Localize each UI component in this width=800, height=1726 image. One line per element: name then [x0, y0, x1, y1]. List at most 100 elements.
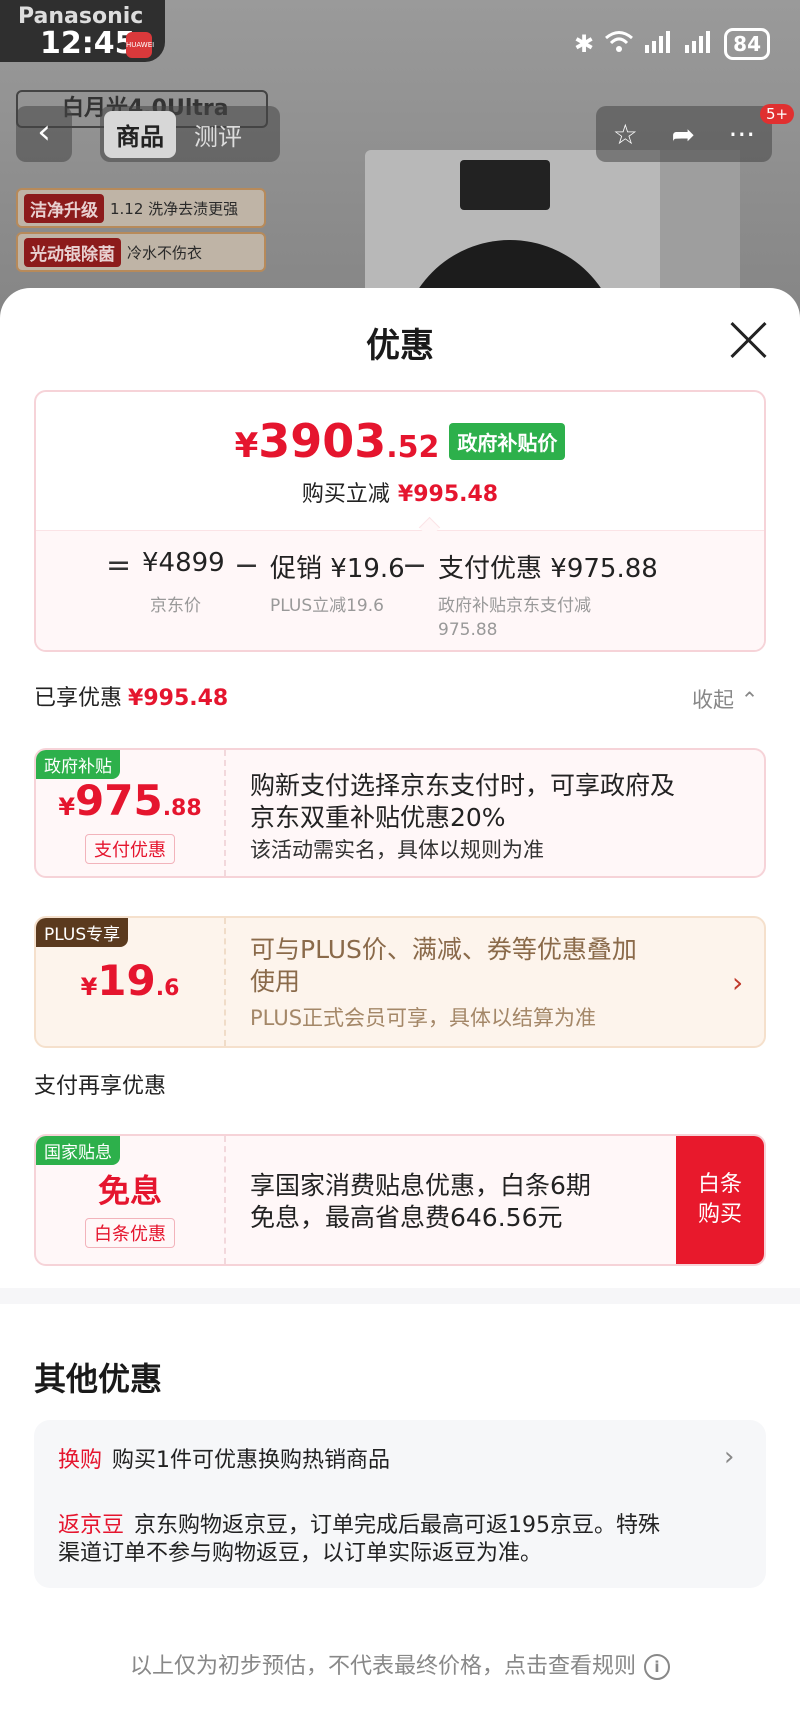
- chevron-right-icon: ›: [732, 966, 744, 999]
- collapse-toggle[interactable]: 收起 ⌃: [692, 684, 758, 714]
- button-line1: 白条: [697, 1172, 742, 1197]
- enjoyed-discount: 已享优惠 ¥995.48: [34, 680, 228, 712]
- status-time: 12:45: [40, 26, 136, 61]
- card-discount-amount: ¥975.88: [36, 776, 224, 825]
- interest-free-card: 国家贴息 免息 白条优惠 享国家消费贴息优惠，白条6期 免息，最高省息费646.5…: [34, 1134, 766, 1266]
- product-tabs: 商品 测评: [100, 106, 280, 162]
- chevron-right-icon[interactable]: ›: [724, 1442, 734, 1472]
- promo-label: 促销: [270, 554, 323, 584]
- amount-integer: 19: [97, 956, 156, 1005]
- signal-icon: [644, 29, 674, 59]
- discount-sheet: 优惠 ¥3903.52 政府补贴价 购买立减 ¥995.48 = ¥4899 京东…: [0, 288, 800, 1726]
- other-offers-title: 其他优惠: [34, 1360, 163, 1398]
- currency-symbol: ¥: [58, 793, 76, 821]
- card-description: 购新支付选择京东支付时，可享政府及 京东双重补贴优惠20%: [250, 770, 675, 834]
- collapse-label: 收起: [692, 688, 734, 712]
- more-icon[interactable]: ···: [728, 118, 755, 151]
- instant-save-row: 购买立减 ¥995.48: [36, 476, 764, 508]
- rules-note[interactable]: 以上仅为初步预估，不代表最终价格，点击查看规则 i: [0, 1648, 800, 1680]
- back-button[interactable]: ‹: [16, 106, 72, 162]
- pay-section-title: 支付再享优惠: [34, 1074, 167, 1099]
- promo-sub: PLUS立减19.6: [270, 596, 384, 616]
- payment-discount-badge: 支付优惠: [85, 834, 175, 864]
- card-tag: 国家贴息: [36, 1136, 120, 1165]
- notification-badge: 5+: [760, 104, 795, 124]
- card-tag: PLUS专享: [36, 918, 129, 947]
- price-integer: 3903: [258, 414, 387, 468]
- card-discount-amount: ¥19.6: [36, 956, 224, 1005]
- card-note: 该活动需实名，具体以规则为准: [250, 838, 544, 862]
- card-left-panel: PLUS专享 ¥19.6: [36, 918, 226, 1046]
- equals-sign: =: [106, 548, 132, 583]
- plus-exclusive-card[interactable]: PLUS专享 ¥19.6 可与PLUS价、满减、券等优惠叠加 使用 PLUS正式会…: [34, 916, 766, 1048]
- enjoyed-value: ¥995.48: [128, 686, 229, 711]
- jd-bean-offer: 返京豆 京东购物返京豆，订单完成后最高可返195京豆。特殊渠道订单不参与购物返豆，…: [58, 1512, 678, 1568]
- tab-review[interactable]: 测评: [182, 111, 254, 158]
- card-line1: 享国家消费贴息优惠，白条6期: [250, 1171, 591, 1200]
- instant-save-value: ¥995.48: [397, 482, 499, 507]
- favorite-icon[interactable]: ☆: [613, 118, 638, 151]
- baitiao-buy-button[interactable]: 白条 购买: [676, 1136, 764, 1264]
- jd-price: ¥4899: [142, 548, 225, 578]
- promo-value: ¥19.6: [330, 554, 405, 584]
- jd-price-label: 京东价: [150, 596, 201, 616]
- card-note: PLUS正式会员可享，具体以结算为准: [250, 1006, 597, 1030]
- enjoyed-label: 已享优惠: [34, 686, 123, 711]
- machine-panel: [460, 160, 550, 210]
- feature-tag: 光动银除菌 冷水不伤衣: [16, 232, 266, 272]
- card-line2: 京东双重补贴优惠20%: [250, 803, 506, 832]
- offer-text: 购买1件可优惠换购热销商品: [112, 1448, 391, 1473]
- payment-sub-line1: 政府补贴京东支付减: [438, 596, 591, 616]
- interest-free-title: 免息: [97, 1172, 162, 1210]
- other-offers-list: 换购 购买1件可优惠换购热销商品 › 返京豆 京东购物返京豆，订单完成后最高可返19…: [34, 1420, 766, 1588]
- amount-integer: 975: [75, 776, 163, 825]
- final-price: ¥3903.52: [235, 414, 440, 468]
- feature-tag-label: 光动银除菌: [24, 237, 121, 267]
- info-icon: i: [644, 1654, 670, 1680]
- top-actions: ☆ ➦ ···: [596, 106, 772, 162]
- baitiao-discount-badge: 白条优惠: [85, 1218, 175, 1248]
- card-description: 享国家消费贴息优惠，白条6期 免息，最高省息费646.56元: [250, 1170, 591, 1234]
- status-icons: ✱ 84: [574, 28, 770, 60]
- share-icon[interactable]: ➦: [671, 118, 694, 151]
- feature-tag: 洁净升级 1.12 洗净去渍更强: [16, 188, 266, 228]
- status-bar: 12:45 HUAWEI ✱ 84: [0, 26, 800, 66]
- minus-sign: −: [402, 548, 428, 583]
- card-left-panel: 政府补贴 ¥975.88 支付优惠: [36, 750, 226, 876]
- card-line1: 可与PLUS价、满减、券等优惠叠加: [250, 935, 637, 964]
- promo-deduction: 促销 ¥19.6: [270, 548, 405, 585]
- signal-icon-2: [684, 29, 714, 59]
- app-notification-icon: HUAWEI: [126, 32, 154, 58]
- bluetooth-icon: ✱: [574, 30, 595, 58]
- instant-save-label: 购买立减: [301, 482, 390, 507]
- button-line2: 购买: [697, 1202, 742, 1227]
- offer-label: 返京豆: [58, 1513, 125, 1538]
- currency-symbol: ¥: [80, 973, 98, 1001]
- final-price-row: ¥3903.52 政府补贴价: [36, 414, 764, 468]
- chevron-up-icon: ⌃: [740, 688, 759, 712]
- trade-in-offer[interactable]: 换购 购买1件可优惠换购热销商品: [58, 1442, 390, 1474]
- payment-value: ¥975.88: [550, 554, 658, 584]
- currency-symbol: ¥: [234, 426, 259, 466]
- section-divider: [0, 1288, 800, 1304]
- card-description: 可与PLUS价、满减、券等优惠叠加 使用: [250, 934, 637, 998]
- payment-label: 支付优惠: [438, 554, 543, 584]
- payment-deduction: 支付优惠 ¥975.88: [438, 548, 658, 585]
- battery-indicator: 84: [724, 28, 770, 60]
- close-icon[interactable]: [728, 320, 768, 360]
- wifi-icon: [604, 29, 634, 59]
- feature-tag-label: 洁净升级: [24, 193, 104, 223]
- amount-decimal: .6: [155, 976, 180, 1001]
- payment-sub-line2: 975.88: [438, 620, 498, 640]
- price-summary-card: ¥3903.52 政府补贴价 购买立减 ¥995.48 = ¥4899 京东价 −…: [34, 390, 766, 652]
- gov-subsidy-card[interactable]: 政府补贴 ¥975.88 支付优惠 购新支付选择京东支付时，可享政府及 京东双重补…: [34, 748, 766, 878]
- offer-label: 换购: [58, 1448, 103, 1473]
- feature-tag-text: 1.12 洗净去渍更强: [110, 199, 239, 218]
- offer-text: 京东购物返京豆，订单完成后最高可返195京豆。特殊渠道订单不参与购物返豆，以订单…: [58, 1513, 661, 1566]
- minus-sign: −: [234, 548, 260, 583]
- feature-tag-text: 冷水不伤衣: [127, 243, 203, 262]
- card-left-panel: 国家贴息 免息 白条优惠: [36, 1136, 226, 1264]
- gov-subsidy-price-tag: 政府补贴价: [449, 422, 566, 460]
- payment-sub: 政府补贴京东支付减 975.88: [438, 594, 591, 642]
- tab-product[interactable]: 商品: [104, 110, 176, 158]
